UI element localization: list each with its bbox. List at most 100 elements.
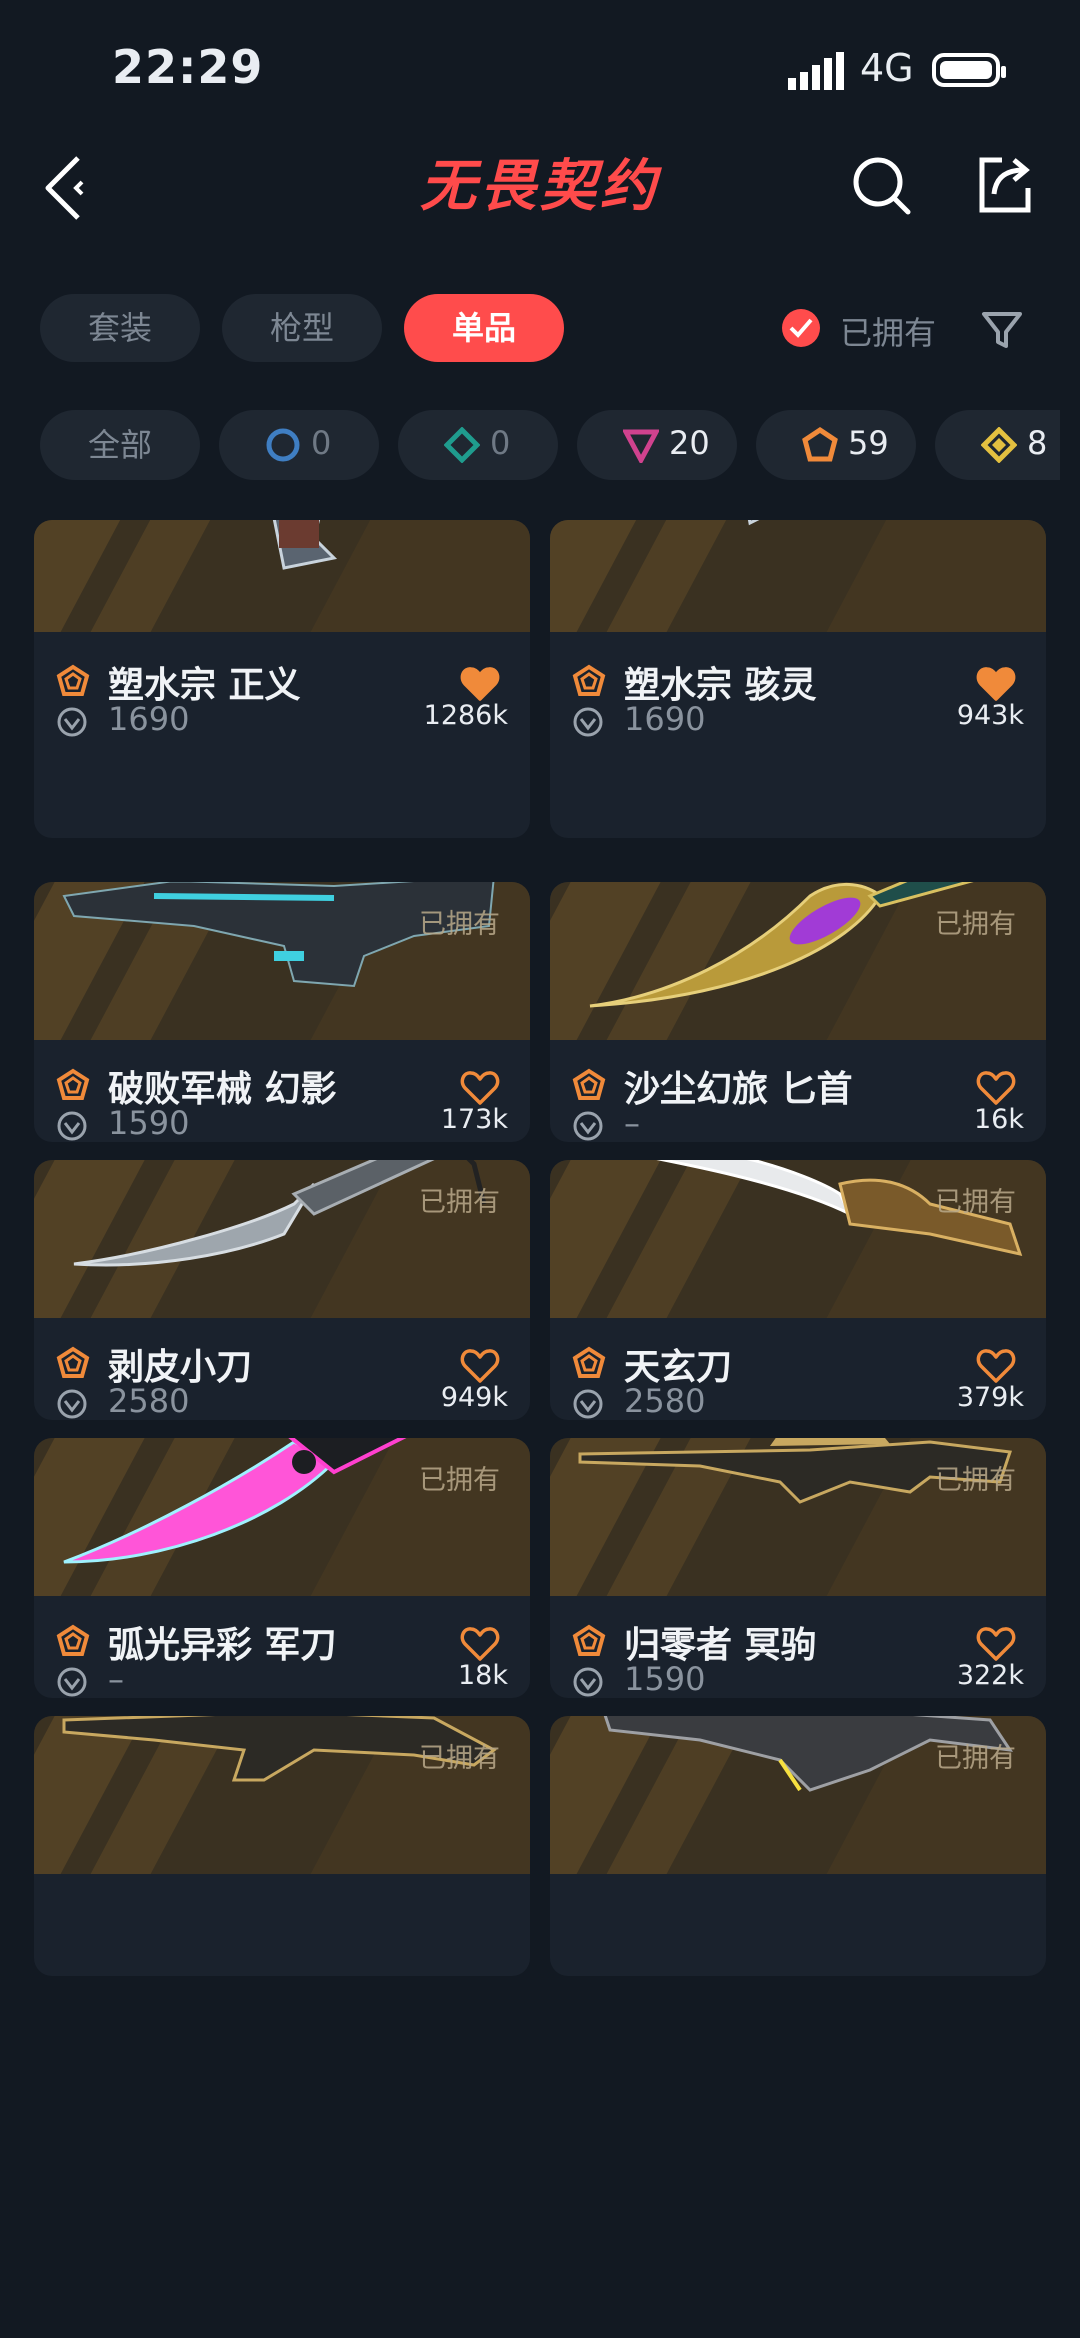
owned-badge: 已拥有 xyxy=(419,1187,500,1218)
chip-premium-tier[interactable]: 20 xyxy=(577,410,737,480)
vp-currency-icon xyxy=(57,1667,87,1697)
ultra-tier-icon xyxy=(572,1068,606,1100)
item-card[interactable]: 已拥有 剥皮小刀 2580 949k xyxy=(34,1160,530,1420)
top-nav: 无畏契约 xyxy=(0,140,1080,240)
ultra-tier-icon xyxy=(802,427,838,462)
heart-outline-icon[interactable] xyxy=(976,1626,1016,1662)
heart-filled-icon[interactable] xyxy=(976,666,1016,702)
owned-badge: 已拥有 xyxy=(419,1743,500,1774)
item-name: 沙尘幻旅 匕首 xyxy=(624,1069,853,1110)
owned-badge: 已拥有 xyxy=(419,1465,500,1496)
select-tier-icon xyxy=(266,428,300,462)
item-price: – xyxy=(624,1104,640,1142)
vp-currency-icon xyxy=(573,1111,603,1141)
item-card[interactable]: 已拥有 xyxy=(550,1716,1046,1976)
like-count: 949k xyxy=(440,1382,508,1413)
chip-deluxe-tier[interactable]: 0 xyxy=(398,410,558,480)
ultra-tier-icon xyxy=(56,1624,90,1656)
tab-set[interactable]: 套装 xyxy=(40,294,200,362)
item-card[interactable]: 塑水宗 骇灵 1690 943k xyxy=(550,520,1046,838)
owned-filter-label: 已拥有 xyxy=(840,314,937,352)
like-count: 18k xyxy=(458,1660,508,1691)
chip-count: 0 xyxy=(490,424,511,462)
vp-currency-icon xyxy=(573,1667,603,1697)
heart-filled-icon[interactable] xyxy=(460,666,500,702)
premium-tier-icon xyxy=(623,429,659,463)
chip-all-label: 全部 xyxy=(87,426,152,464)
network-type: 4G xyxy=(860,46,914,90)
chip-count: 59 xyxy=(848,424,889,462)
item-price: – xyxy=(108,1660,124,1698)
share-icon[interactable] xyxy=(972,154,1034,216)
rarity-filter-bar: 全部 0 0 20 59 8 xyxy=(0,410,1060,482)
like-count: 1286k xyxy=(423,700,508,731)
status-bar: 22:29 4G xyxy=(0,0,1080,140)
app-logo: 无畏契约 xyxy=(420,154,660,219)
item-artwork: 已拥有 xyxy=(550,882,1046,1040)
item-card[interactable]: 已拥有 弧光异彩 军刀 – 18k xyxy=(34,1438,530,1698)
chip-count: 0 xyxy=(311,424,332,462)
chip-exclusive-tier[interactable]: 8 xyxy=(935,410,1060,480)
owned-badge: 已拥有 xyxy=(935,1465,1016,1496)
item-artwork: 已拥有 xyxy=(34,1160,530,1318)
ultra-tier-icon xyxy=(572,1346,606,1378)
heart-outline-icon[interactable] xyxy=(460,1070,500,1106)
search-icon[interactable] xyxy=(850,154,912,216)
battery-icon xyxy=(932,53,1006,87)
owned-badge: 已拥有 xyxy=(419,909,500,940)
heart-outline-icon[interactable] xyxy=(460,1348,500,1384)
deluxe-tier-icon xyxy=(444,427,480,463)
heart-outline-icon[interactable] xyxy=(976,1348,1016,1384)
item-artwork: 已拥有 xyxy=(34,1438,530,1596)
ultra-tier-icon xyxy=(56,1346,90,1378)
item-card[interactable]: 已拥有 破败军械 幻影 1590 173k xyxy=(34,882,530,1142)
status-time: 22:29 xyxy=(112,40,264,94)
like-count: 322k xyxy=(956,1660,1024,1691)
chip-count: 8 xyxy=(1027,424,1048,462)
ultra-tier-icon xyxy=(56,1068,90,1100)
filter-icon[interactable] xyxy=(980,308,1024,352)
item-price: 1690 xyxy=(108,700,190,738)
ultra-tier-icon xyxy=(572,664,606,696)
vp-currency-icon xyxy=(57,1111,87,1141)
item-artwork: 已拥有 xyxy=(34,1716,530,1874)
heart-outline-icon[interactable] xyxy=(460,1626,500,1662)
item-price: 1590 xyxy=(624,1660,706,1698)
chip-select-tier[interactable]: 0 xyxy=(219,410,379,480)
item-card[interactable]: 已拥有沙尘幻旅 匕首 – 16k xyxy=(550,882,1046,1142)
item-artwork xyxy=(34,520,530,632)
tab-single-item[interactable]: 单品 xyxy=(404,294,564,362)
back-icon[interactable] xyxy=(38,152,94,224)
ultra-tier-icon xyxy=(56,664,90,696)
signal-icon xyxy=(788,52,844,90)
owned-badge: 已拥有 xyxy=(935,1743,1016,1774)
item-price: 1590 xyxy=(108,1104,190,1142)
item-grid: 塑水宗 正义 1690 1286k 塑水宗 骇灵 1690 943k 已拥有 破败军械 幻影 1… xyxy=(34,520,1046,2294)
item-card[interactable]: 已拥有 归零者 冥驹 1590 322k xyxy=(550,1438,1046,1698)
exclusive-tier-icon xyxy=(981,427,1017,463)
item-price: 2580 xyxy=(624,1382,706,1420)
like-count: 16k xyxy=(974,1104,1024,1135)
owned-badge: 已拥有 xyxy=(935,1187,1016,1218)
item-price: 1690 xyxy=(624,700,706,738)
chip-all[interactable]: 全部 xyxy=(40,410,200,480)
chip-ultra-tier[interactable]: 59 xyxy=(756,410,916,480)
item-card[interactable]: 已拥有 xyxy=(34,1716,530,1976)
tab-gun-type[interactable]: 枪型 xyxy=(222,294,382,362)
vp-currency-icon xyxy=(573,707,603,737)
item-artwork: 已拥有 xyxy=(550,1438,1046,1596)
item-artwork: 已拥有 xyxy=(34,882,530,1040)
item-artwork xyxy=(550,520,1046,632)
item-artwork: 已拥有 xyxy=(550,1716,1046,1874)
vp-currency-icon xyxy=(57,707,87,737)
vp-currency-icon xyxy=(57,1389,87,1419)
heart-outline-icon[interactable] xyxy=(976,1070,1016,1106)
item-price: 2580 xyxy=(108,1382,190,1420)
item-card[interactable]: 已拥有 天玄刀 2580 379k xyxy=(550,1160,1046,1420)
owned-badge: 已拥有 xyxy=(935,909,1016,940)
like-count: 173k xyxy=(440,1104,508,1135)
like-count: 379k xyxy=(956,1382,1024,1413)
item-card[interactable]: 塑水宗 正义 1690 1286k xyxy=(34,520,530,838)
like-count: 943k xyxy=(956,700,1024,731)
check-icon xyxy=(782,309,820,347)
